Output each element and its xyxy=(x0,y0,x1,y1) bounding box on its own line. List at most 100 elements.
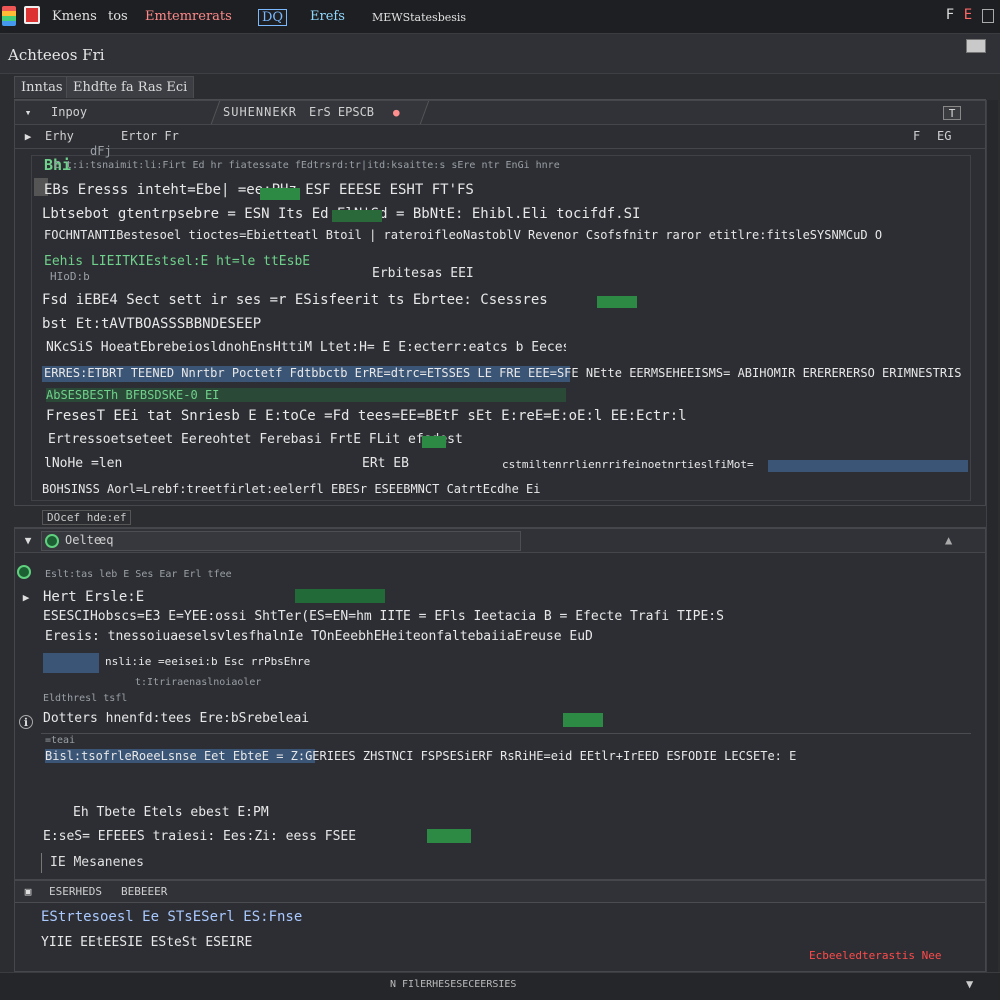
output-line: EStrtesoesl Ee STsESerl ES:Fnse xyxy=(41,909,303,925)
footer-cell: IE Mesanenes xyxy=(41,853,161,873)
title-bar: Kmens tos Emtemrerats DQ Erefs MEWStates… xyxy=(0,0,1000,34)
document-header: Achteeos Fri xyxy=(0,34,1000,74)
block-sub: dFj xyxy=(90,144,112,158)
code-line: BOHSINSS Aorl=Lrebf:treetfirlet:eelerfl … xyxy=(42,482,541,496)
diff-marker xyxy=(563,713,603,727)
tab-label: Inntas xyxy=(21,80,63,95)
code-line: Lbtsebot gtentrpsebre = ESN Its Ed ElN'S… xyxy=(42,206,641,222)
sub-left: Erhy xyxy=(45,129,74,143)
code-line: Bisl:tsofrleRoeeLsnse Eet EbteE = Z:GERI… xyxy=(45,749,797,763)
header-title[interactable]: SUHENNEKR xyxy=(223,105,297,119)
code-line: ESESCIHobscs=E3 E=YEE:ossi ShtTer(ES=EN=… xyxy=(43,609,724,624)
output-tab-1[interactable]: ESERHEDS xyxy=(49,885,102,898)
mid-divider: DOcef hde:ef xyxy=(14,506,986,528)
code-line: cstmiltenrrlienrrifeinoetnrtieslfiMot= xyxy=(502,458,754,471)
diff-marker xyxy=(422,436,446,448)
code-line: EBs Eresss inteht=Ebe| =ee:PHz ESF EEESE… xyxy=(44,182,474,198)
code-line: Eldthresl tsfl xyxy=(43,693,128,704)
folder-icon[interactable] xyxy=(24,6,40,24)
scroll-down-icon[interactable]: ▼ xyxy=(966,977,973,991)
output-panel: ▣ ESERHEDS BEBEEER EStrtesoesl Ee STsESe… xyxy=(14,880,986,972)
diff-marker xyxy=(332,210,382,222)
menu-item-emtemrerats[interactable]: Emtemrerats xyxy=(145,9,232,24)
code-line: nsli:ie =eeisei:b Esc rrPbsEhre xyxy=(105,655,311,668)
collapse-icon[interactable]: ▾ xyxy=(21,106,35,120)
window-control-e[interactable]: E xyxy=(962,7,974,23)
output-toolbar: ▣ ESERHEDS BEBEEER xyxy=(15,881,985,903)
top-panel-toolbar: ▾ Inpoy SUHENNEKR ErS EPSCB ● T xyxy=(15,101,985,125)
tab-bar: Inntas Ehdfte fa Ras Eci xyxy=(14,74,986,100)
diff-marker xyxy=(295,589,385,603)
code-line: NKcSiS HoeatEbrebeiosldnohEnsHttiM Ltet:… xyxy=(46,340,566,355)
error-message: Ecbeeledterastis Nee xyxy=(809,949,942,962)
code-line: Eresis: tnessoiuaeselsvlesfhalnIe TOnEee… xyxy=(45,629,593,644)
status-text: N FIlERHESESECEERSIES xyxy=(390,979,517,990)
app-icon xyxy=(2,6,16,26)
code-line: lNoHe =len xyxy=(44,456,123,471)
footer-label: IE Mesanenes xyxy=(50,855,144,870)
code-line: Ertressoetseteet Eereohtet Ferebasi FrtE… xyxy=(48,432,463,447)
code-line: t:Itriraenaslnoiaoler xyxy=(135,677,262,688)
run-icon[interactable] xyxy=(45,534,59,548)
output-tab-2[interactable]: BEBEEER xyxy=(121,885,167,898)
menu-item-tos[interactable]: tos xyxy=(108,9,128,24)
code-block: Bhi dFj E t:i:tsnaimit:li:Firt Ed hr fia… xyxy=(31,144,971,501)
sub-mid: Ertor Fr xyxy=(121,129,179,143)
terminal-icon[interactable]: ▣ xyxy=(21,885,35,899)
header-sub[interactable]: ErS EPSCB xyxy=(309,105,374,119)
page-title: Achteeos Fri xyxy=(8,46,105,64)
panel-toggle-icon[interactable] xyxy=(966,39,986,53)
maximize-icon[interactable] xyxy=(982,9,994,23)
output-line: YIIE EEtEESIE ESteSt ESEIRE xyxy=(41,935,253,950)
status-bar: N FIlERHESESECEERSIES ▼ xyxy=(0,972,1000,1000)
bottom-panel-toolbar: ▼ Oelte eq ▲ xyxy=(15,529,985,553)
collapse-icon[interactable]: ▼ xyxy=(21,534,35,548)
gutter xyxy=(17,565,31,579)
scroll-up-icon[interactable]: ▲ xyxy=(945,533,952,547)
code-line: Eslt:tas leb E Ses Ear Erl tfee xyxy=(45,569,232,580)
bottom-header-sub: eq xyxy=(99,533,114,547)
code-line: Fsd iEBE4 Sect sett ir ses =r ESisfeerit… xyxy=(42,292,548,308)
header-right-button[interactable]: T xyxy=(943,106,961,120)
diff-marker xyxy=(597,296,637,308)
window-control-f[interactable]: F xyxy=(944,7,956,23)
menu-item-erefs[interactable]: Erefs xyxy=(310,9,345,24)
tab-label: Ehdfte fa Ras Eci xyxy=(73,80,188,95)
code-line: AbSESBESTh BFBSDSKE-0 EI xyxy=(46,388,566,402)
bottom-editor-panel: ▼ Oelte eq ▲ ▶ ℹ Eslt:tas leb E Ses Ear … xyxy=(14,528,986,880)
tab-ehdfte[interactable]: Ehdfte fa Ras Eci xyxy=(66,76,195,98)
code-line: HIoD:b xyxy=(50,270,90,283)
code-line: E:seS= EFEEES traiesi: Ees:Zi: eess FSEE xyxy=(43,829,357,844)
code-line: =teai xyxy=(45,735,76,746)
top-editor-panel: ▾ Inpoy SUHENNEKR ErS EPSCB ● T ▶ Erhy E… xyxy=(14,100,986,506)
tab-inntas[interactable]: Inntas xyxy=(14,76,70,98)
bottom-header-title: Oelte xyxy=(65,533,102,547)
sub-right-f[interactable]: F xyxy=(913,129,920,143)
mid-divider-label[interactable]: DOcef hde:ef xyxy=(42,510,132,525)
info-icon[interactable]: ℹ xyxy=(19,715,33,729)
menu-item-dq[interactable]: DQ xyxy=(258,9,288,26)
breakpoint-icon[interactable] xyxy=(17,565,31,579)
line-separator xyxy=(41,733,971,734)
code-line: FresesT EEi tat Snriesb E E:toCe =Fd tee… xyxy=(46,408,687,424)
menu-item-kmens[interactable]: Kmens xyxy=(52,9,97,24)
selection-highlight xyxy=(43,653,99,673)
code-line: Erbitesas EEI xyxy=(372,266,474,281)
code-line: Eh Tbete Etels ebest E:PM xyxy=(73,805,269,820)
sub-right-eg[interactable]: EG xyxy=(937,129,951,143)
code-line: FOCHNTANTIBestesoel tioctes=Ebietteatl B… xyxy=(44,228,883,242)
top-panel-subbar: ▶ Erhy Ertor Fr F EG xyxy=(15,125,985,149)
code-line: E t:i:tsnaimit:li:Firt Ed hr fiatessate … xyxy=(54,160,560,171)
code-line: ERRES:ETBRT TEENED Nnrtbr Poctetf Fdtbbc… xyxy=(44,366,962,380)
vertical-scrollbar[interactable] xyxy=(986,100,998,972)
record-icon[interactable]: ● xyxy=(393,106,400,119)
code-line: ERt EB xyxy=(362,456,409,471)
code-line: bst Et:tAVTBOASSSBBNDESEEP xyxy=(42,316,262,332)
toolbar-label: Inpoy xyxy=(51,105,88,119)
fold-icon[interactable]: ▶ xyxy=(19,591,33,605)
diff-marker xyxy=(260,188,300,200)
expand-icon[interactable]: ▶ xyxy=(21,130,35,144)
menu-item-statebar[interactable]: MEWStatesbesis xyxy=(372,11,466,24)
code-line: Hert Ersle:E xyxy=(43,589,145,605)
code-line: Dotters hnenfd:tees Ere:bSrebeleai xyxy=(43,711,310,726)
